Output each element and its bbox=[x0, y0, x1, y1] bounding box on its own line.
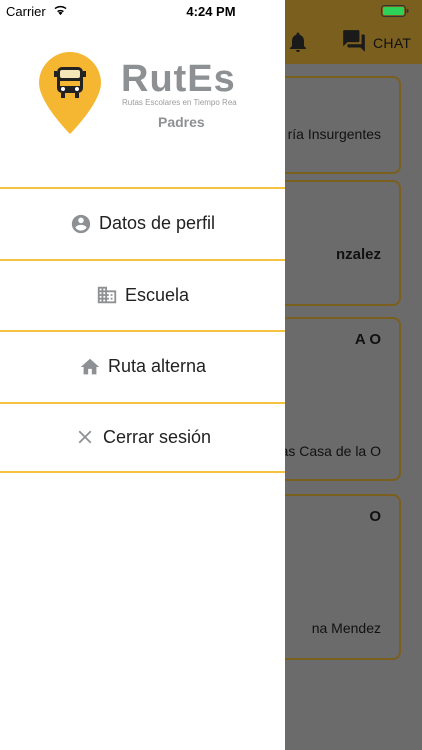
account-circle-icon bbox=[70, 213, 92, 235]
building-icon bbox=[96, 284, 118, 306]
drawer-menu: Datos de perfil Escuela Ruta alterna Cer… bbox=[0, 187, 285, 473]
menu-item-datos-de-perfil[interactable]: Datos de perfil bbox=[0, 187, 285, 259]
battery-icon bbox=[381, 5, 409, 17]
status-clock: 4:24 PM bbox=[186, 4, 236, 19]
notification-bell-icon[interactable] bbox=[286, 30, 310, 54]
chat-label[interactable]: CHAT bbox=[373, 35, 411, 51]
menu-item-label: Escuela bbox=[124, 284, 190, 305]
home-icon bbox=[79, 356, 101, 378]
menu-item-cerrar-sesion[interactable]: Cerrar sesión bbox=[0, 401, 285, 473]
side-drawer: RutEs Rutas Escolares en Tiempo Rea Padr… bbox=[0, 0, 285, 750]
app-logo-subtitle: Padres bbox=[158, 114, 205, 130]
chat-icon[interactable] bbox=[340, 28, 368, 54]
menu-item-ruta-alterna[interactable]: Ruta alterna bbox=[0, 330, 285, 402]
app-logo-title: RutEs bbox=[121, 58, 236, 100]
app-logo-tagline: Rutas Escolares en Tiempo Rea bbox=[122, 98, 237, 107]
route-card-title: A O bbox=[354, 331, 381, 348]
close-icon bbox=[74, 426, 96, 448]
route-card-text: ría Insurgentes bbox=[287, 126, 381, 142]
route-card-text: as Casa de la O bbox=[280, 443, 381, 459]
status-bar: Carrier 4:24 PM bbox=[0, 0, 422, 22]
menu-item-escuela[interactable]: Escuela bbox=[0, 258, 285, 331]
bus-location-pin-logo bbox=[39, 52, 101, 134]
route-card-text: nzalez bbox=[335, 246, 381, 263]
route-card-text: na Mendez bbox=[311, 620, 381, 636]
menu-item-label: Ruta alterna bbox=[107, 356, 207, 377]
menu-item-label: Datos de perfil bbox=[98, 213, 216, 234]
menu-item-label: Cerrar sesión bbox=[102, 426, 212, 447]
route-card-title: O bbox=[369, 508, 381, 525]
